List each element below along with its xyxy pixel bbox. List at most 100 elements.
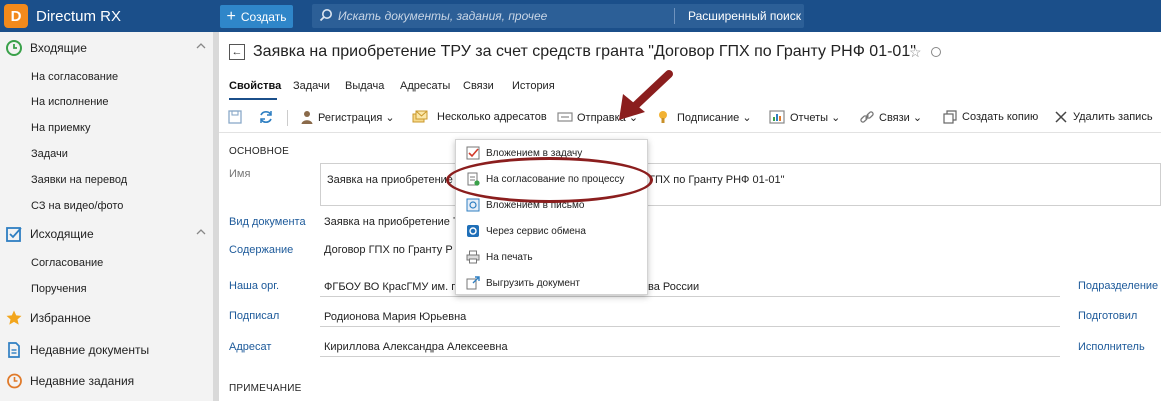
menu-item-print[interactable]: На печать (456, 246, 647, 270)
status-circle-icon[interactable] (931, 47, 941, 57)
our-org-value-end[interactable]: ва России (648, 281, 699, 293)
executor-link[interactable]: Исполнитель (1078, 341, 1145, 353)
sidebar-item-video-photo[interactable]: СЗ на видео/фото (31, 200, 123, 212)
tab-properties[interactable]: Свойства (229, 80, 281, 92)
doc-kind-value[interactable]: Заявка на приобретение Т (324, 216, 460, 228)
sidebar-item-for-execution[interactable]: На исполнение (31, 96, 109, 108)
chevron-down-icon: ⌄ (831, 112, 841, 124)
sidebar-item-transfer-requests[interactable]: Заявки на перевод (31, 174, 127, 186)
links-button[interactable]: Связи ⌄ (879, 111, 922, 124)
search-divider (674, 8, 675, 24)
sidebar-group-label: Недавние задания (30, 374, 135, 388)
page-title: Заявка на приобретение ТРУ за счет средс… (253, 43, 916, 60)
history-icon (5, 372, 23, 390)
sidebar-item-tasks[interactable]: Задачи (31, 148, 68, 160)
prepared-by-link[interactable]: Подготовил (1078, 310, 1137, 322)
tab-recipients[interactable]: Адресаты (400, 80, 450, 92)
chevron-up-icon[interactable] (195, 40, 207, 55)
toolbar-divider (219, 132, 1161, 133)
email-icon (466, 198, 480, 212)
sidebar-group-label: Недавние документы (30, 343, 150, 357)
sidebar-group-label: Исходящие (30, 227, 94, 241)
toolbar: Регистрация ⌄ Несколько адресатов Отправ… (219, 104, 1161, 132)
chevron-down-icon: ⌄ (385, 112, 395, 124)
sidebar-group-recent-tasks[interactable]: Недавние задания (0, 367, 213, 395)
document-icon (5, 341, 23, 359)
send-icon (557, 109, 573, 125)
signed-by-value[interactable]: Родионова Мария Юрьевна (324, 311, 466, 323)
sidebar-group-favorites[interactable]: Избранное (0, 304, 213, 332)
sidebar-item-for-acceptance[interactable]: На приемку (31, 122, 90, 134)
section-note-heading: ПРИМЕЧАНИЕ (229, 383, 302, 394)
links-icon (859, 109, 875, 125)
sidebar-item-approval[interactable]: Согласование (31, 257, 103, 269)
export-icon (466, 276, 480, 290)
name-field[interactable]: Заявка на приобретение ГПХ по Гранту РНФ… (320, 163, 1161, 206)
annotation-arrow-icon (619, 70, 673, 120)
multiple-recipients-icon (412, 109, 428, 125)
create-copy-button[interactable]: Создать копию (962, 111, 1038, 123)
reports-button[interactable]: Отчеты ⌄ (790, 111, 840, 124)
menu-item-label: Через сервис обмена (486, 226, 586, 237)
top-bar: D Directum RX + Создать Искать документы… (0, 0, 1161, 32)
sidebar-group-incoming[interactable]: Входящие (0, 34, 213, 62)
delete-record-button[interactable]: Удалить запись (1073, 111, 1153, 123)
sidebar-group-outgoing[interactable]: Исходящие (0, 220, 213, 248)
advanced-search-button[interactable]: Расширенный поиск (688, 9, 801, 23)
sidebar-group-recent-documents[interactable]: Недавние документы (0, 336, 213, 364)
content-value[interactable]: Договор ГПХ по Гранту Р (324, 244, 453, 256)
exchange-service-icon (466, 224, 480, 238)
our-org-value-start[interactable]: ФГБОУ ВО КрасГМУ им. пр (324, 281, 463, 293)
multiple-recipients-button[interactable]: Несколько адресатов (437, 111, 547, 123)
user-icon (299, 109, 315, 125)
our-org-label[interactable]: Наша орг. (229, 280, 279, 292)
create-button[interactable]: + Создать (220, 5, 293, 28)
doc-kind-label[interactable]: Вид документа (229, 216, 306, 228)
tab-tasks[interactable]: Задачи (293, 80, 330, 92)
favorite-star-icon[interactable]: ☆ (909, 44, 922, 61)
sidebar-resize-handle[interactable] (213, 32, 219, 401)
registration-label: Регистрация (318, 112, 383, 124)
sidebar-item-assignments[interactable]: Поручения (31, 283, 87, 295)
search-placeholder: Искать документы, задания, прочее (338, 9, 548, 23)
chevron-down-icon: ⌄ (912, 112, 923, 124)
sidebar-item-for-approval[interactable]: На согласование (31, 71, 118, 83)
sidebar-group-label: Входящие (30, 41, 87, 55)
subdivision-link[interactable]: Подразделение (1078, 280, 1158, 292)
reports-label: Отчеты (790, 112, 829, 124)
menu-item-exchange-service[interactable]: Через сервис обмена (456, 220, 647, 244)
close-icon (1053, 109, 1069, 125)
directum-logo-icon: D (4, 4, 28, 28)
save-icon[interactable] (227, 109, 243, 125)
tab-history[interactable]: История (512, 80, 555, 92)
highlight-ellipse (446, 157, 653, 203)
task-attach-icon (466, 146, 480, 160)
back-button[interactable]: ← (229, 44, 245, 60)
links-label: Связи (879, 112, 910, 124)
app-logo[interactable]: D Directum RX (4, 4, 121, 28)
menu-item-export-document[interactable]: Выгрузить документ (456, 272, 647, 296)
tab-links[interactable]: Связи (463, 80, 494, 92)
copy-icon (942, 109, 958, 125)
signing-label: Подписание (677, 112, 740, 124)
refresh-icon[interactable] (258, 109, 274, 125)
tab-issuance[interactable]: Выдача (345, 80, 384, 92)
name-label: Имя (229, 168, 251, 180)
printer-icon (466, 250, 480, 264)
signing-button[interactable]: Подписание ⌄ (677, 111, 752, 124)
content-label[interactable]: Содержание (229, 244, 293, 256)
addressee-value[interactable]: Кириллова Александра Алексеевна (324, 341, 508, 353)
name-value-start: Заявка на приобретение (327, 174, 453, 186)
signed-by-underline (320, 326, 1060, 327)
registration-button[interactable]: Регистрация ⌄ (318, 111, 395, 124)
search-icon (319, 8, 333, 25)
toolbar-separator (287, 110, 288, 126)
addressee-label[interactable]: Адресат (229, 341, 271, 353)
search-input[interactable]: Искать документы, задания, прочее Расшир… (312, 4, 804, 28)
chevron-up-icon[interactable] (195, 226, 207, 241)
signed-by-label[interactable]: Подписал (229, 310, 279, 322)
sidebar-group-label: Избранное (30, 311, 91, 325)
name-value-end: ГПХ по Гранту РНФ 01-01" (649, 174, 785, 186)
chevron-down-icon: ⌄ (742, 112, 752, 124)
checkbox-icon (5, 225, 23, 243)
